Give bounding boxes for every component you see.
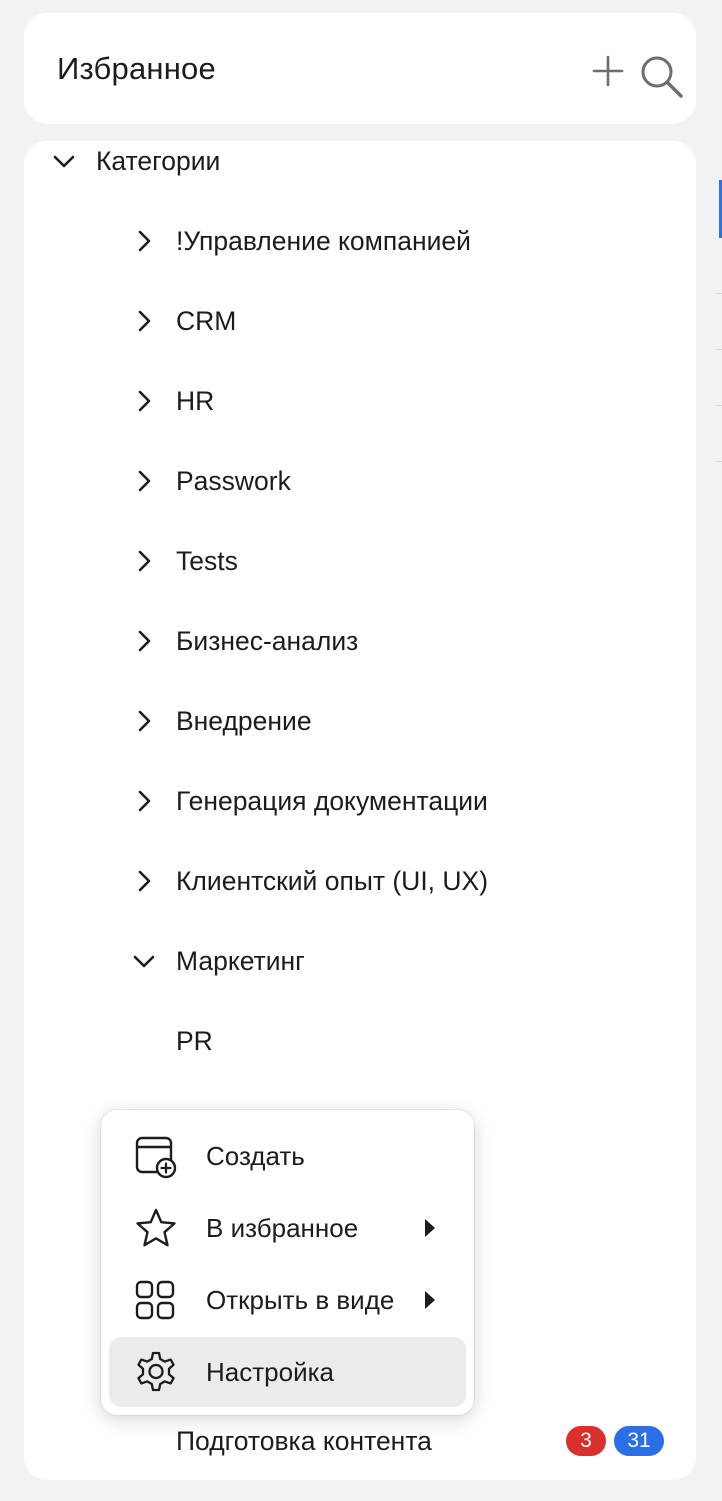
plus-icon[interactable] <box>590 53 626 89</box>
chevron-right-icon[interactable] <box>132 629 156 653</box>
tree-subitem[interactable]: PR <box>24 1001 696 1081</box>
menu-item-label: Открыть в виде <box>206 1285 395 1315</box>
unread-badge: 3 <box>566 1426 606 1456</box>
tree-item[interactable]: CRM <box>24 281 696 361</box>
menu-item-label: Создать <box>206 1141 305 1171</box>
tree-item-marketing[interactable]: Маркетинг <box>24 921 696 1001</box>
tree-item-label: Tests <box>176 546 238 576</box>
grid-view-icon <box>133 1278 179 1324</box>
chevron-right-icon[interactable] <box>132 869 156 893</box>
context-menu: Создать В избранное Открыть в виде Настр… <box>101 1110 474 1415</box>
tree-item[interactable]: Генерация документации <box>24 761 696 841</box>
chevron-right-icon[interactable] <box>132 389 156 413</box>
chevron-down-icon[interactable] <box>132 949 156 973</box>
tree-subitem-label: PR <box>176 1026 213 1056</box>
count-badge: 31 <box>614 1426 664 1456</box>
tree-item-label: HR <box>176 386 215 416</box>
menu-item-label: В избранное <box>206 1213 359 1243</box>
menu-item-add-to-favorites[interactable]: В избранное <box>109 1193 466 1263</box>
tree-item[interactable]: Бизнес-анализ <box>24 601 696 681</box>
tree-item[interactable]: Внедрение <box>24 681 696 761</box>
tree-item-label: Клиентский опыт (UI, UX) <box>176 866 489 896</box>
tree-item-label: Passwork <box>176 466 291 496</box>
tree-root-categories[interactable]: Категории <box>24 141 696 201</box>
menu-item-create[interactable]: Создать <box>109 1121 466 1191</box>
menu-item-settings[interactable]: Настройка <box>109 1337 466 1407</box>
tree-item[interactable]: HR <box>24 361 696 441</box>
gear-icon <box>133 1350 179 1396</box>
header-title: Избранное <box>57 51 216 86</box>
menu-item-label: Настройка <box>206 1357 334 1387</box>
tree-item-label: Маркетинг <box>176 946 305 976</box>
tree-item[interactable]: Passwork <box>24 441 696 521</box>
chevron-right-icon[interactable] <box>132 309 156 333</box>
tree-item-label: Бизнес-анализ <box>176 626 359 656</box>
star-icon <box>133 1206 179 1252</box>
chevron-right-icon[interactable] <box>132 789 156 813</box>
submenu-arrow-icon <box>423 1217 437 1239</box>
tree-item[interactable]: !Управление компанией <box>24 201 696 281</box>
calendar-add-icon <box>133 1134 179 1180</box>
divider <box>716 405 722 406</box>
search-icon[interactable] <box>638 53 686 101</box>
favorites-header: Избранное <box>24 13 696 124</box>
chevron-right-icon[interactable] <box>132 229 156 253</box>
submenu-arrow-icon <box>423 1289 437 1311</box>
divider <box>716 293 722 294</box>
tree-item[interactable]: Клиентский опыт (UI, UX) <box>24 841 696 921</box>
chevron-down-icon[interactable] <box>52 149 76 173</box>
chevron-right-icon[interactable] <box>132 549 156 573</box>
tree-root-label: Категории <box>96 146 221 176</box>
chevron-right-icon[interactable] <box>132 709 156 733</box>
divider <box>716 461 722 462</box>
divider <box>716 349 722 350</box>
tree-item-label: CRM <box>176 306 237 336</box>
tree-item-label: Генерация документации <box>176 786 488 816</box>
menu-item-open-as[interactable]: Открыть в виде <box>109 1265 466 1335</box>
tree-item-label: Внедрение <box>176 706 312 736</box>
tree-item[interactable]: Tests <box>24 521 696 601</box>
tree-item-label: !Управление компанией <box>176 226 471 256</box>
chevron-right-icon[interactable] <box>132 469 156 493</box>
